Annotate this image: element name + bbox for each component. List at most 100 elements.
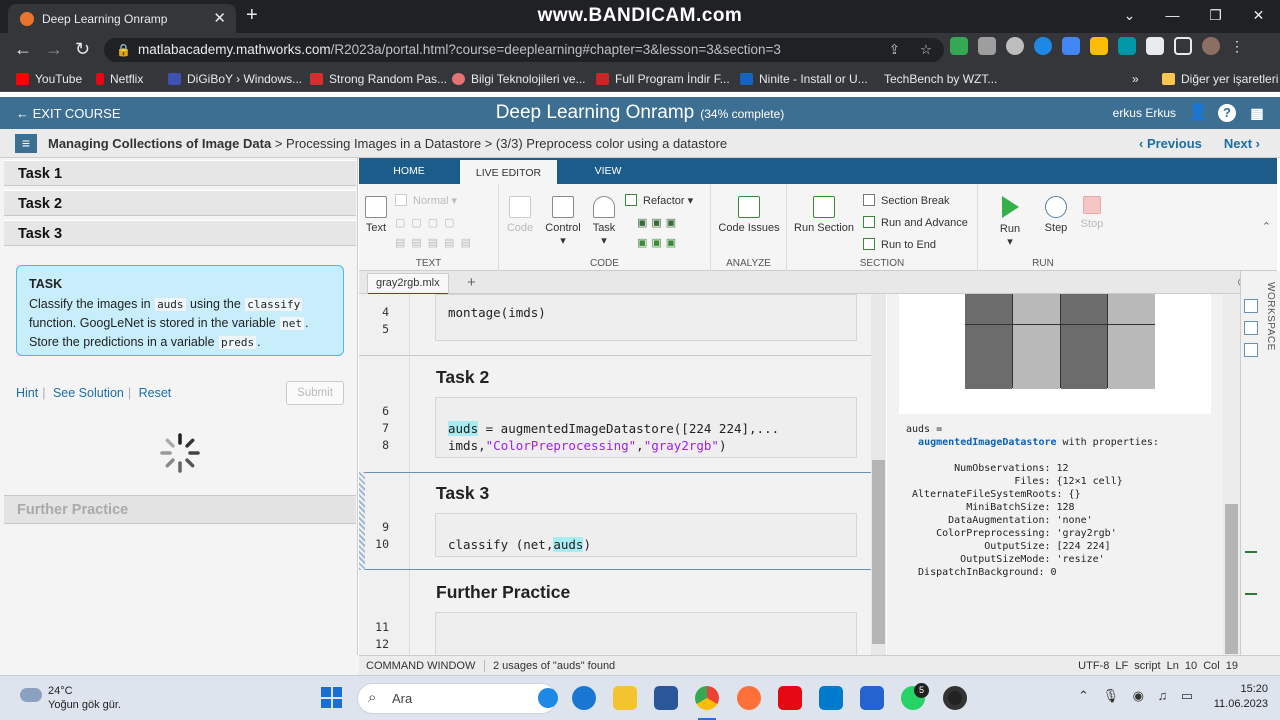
output-right-icon[interactable] xyxy=(1244,343,1258,357)
clock[interactable]: 15:20 11.06.2023 xyxy=(1214,682,1268,712)
extension-chart-icon[interactable] xyxy=(1090,37,1108,55)
extension-shield-icon[interactable] xyxy=(950,37,968,55)
live-editor[interactable]: 4 5 montage(imds) Task 2 6 7 8 auds = au… xyxy=(359,294,871,655)
text-button[interactable]: Text xyxy=(363,196,389,234)
maximize-icon[interactable]: ❐ xyxy=(1194,0,1237,33)
control-button[interactable]: Control ▾ xyxy=(543,196,583,247)
code-block-task-2[interactable]: auds = augmentedImageDatastore([224 224]… xyxy=(435,397,857,458)
other-bookmarks[interactable]: Diğer yer işaretleri xyxy=(1162,72,1278,86)
hint-link[interactable]: Hint xyxy=(16,386,38,400)
extension-gray-icon[interactable] xyxy=(978,37,996,55)
workspace-label[interactable]: WORKSPACE xyxy=(1265,282,1276,351)
address-bar[interactable]: 🔒 matlabacademy.mathworks.com/R2023a/por… xyxy=(104,38,944,62)
bookmark-netflix[interactable]: Netflix xyxy=(96,72,143,86)
command-window-button[interactable]: COMMAND WINDOW xyxy=(366,660,475,672)
editor-scroll-thumb[interactable] xyxy=(872,460,885,644)
menu-kebab-icon[interactable]: ⋮ xyxy=(1230,37,1244,55)
task-3-header[interactable]: Task 3 xyxy=(4,220,356,246)
collapse-ribbon-icon[interactable]: ⌃ xyxy=(1262,220,1271,233)
extension-link-icon[interactable] xyxy=(1062,37,1080,55)
side-panel-icon[interactable] xyxy=(1174,37,1192,55)
task-button[interactable]: Task ▾ xyxy=(591,196,617,247)
output-scroll-thumb[interactable] xyxy=(1225,504,1238,654)
firefox-icon[interactable] xyxy=(737,686,761,710)
todo-icon[interactable] xyxy=(860,686,884,710)
task-2-header[interactable]: Task 2 xyxy=(4,190,356,216)
bookmark-youtube[interactable]: YouTube xyxy=(16,72,82,86)
bookmark-techbench[interactable]: TechBench by WZT... xyxy=(884,72,997,86)
chrome-icon[interactable] xyxy=(695,686,719,710)
toc-icon[interactable] xyxy=(1244,299,1258,313)
reload-icon[interactable]: ↻ xyxy=(75,39,90,60)
code-tools-row-2[interactable]: ▣▣▣ xyxy=(637,236,680,249)
add-file-tab-icon[interactable]: + xyxy=(467,274,476,291)
bookmark-star-icon[interactable]: ☆ xyxy=(920,38,932,62)
share-icon[interactable]: ⇪ xyxy=(889,38,900,62)
code-block-task-3[interactable]: classify (net,auds) xyxy=(435,513,857,557)
refactor-dropdown[interactable]: Refactor ▾ xyxy=(625,194,693,207)
extension-glasses-icon[interactable] xyxy=(1006,37,1024,55)
see-solution-link[interactable]: See Solution xyxy=(53,386,124,400)
previous-button[interactable]: ‹ Previous xyxy=(1139,136,1202,151)
minimize-icon[interactable]: — xyxy=(1151,0,1194,33)
bookmarks-overflow-icon[interactable]: » xyxy=(1132,72,1139,86)
code-button[interactable]: Code xyxy=(505,196,535,234)
next-button[interactable]: Next › xyxy=(1224,136,1260,151)
class-link[interactable]: augmentedImageDatastore xyxy=(918,437,1056,448)
output-inline-icon[interactable] xyxy=(1244,321,1258,335)
forward-icon[interactable]: → xyxy=(45,39,63,60)
edge-icon[interactable] xyxy=(572,686,596,710)
help-icon[interactable]: ? xyxy=(1218,104,1236,122)
course-menu-icon[interactable]: ≡ xyxy=(15,134,37,153)
tab-view[interactable]: VIEW xyxy=(563,158,653,184)
tab-home[interactable]: HOME xyxy=(371,158,447,184)
editor-scrollbar[interactable] xyxy=(871,294,886,655)
task-1-header[interactable]: Task 1 xyxy=(4,160,356,186)
style-dropdown[interactable]: Normal ▾ xyxy=(395,194,457,207)
stop-button[interactable]: Stop xyxy=(1078,196,1106,230)
extension-play-icon[interactable] xyxy=(1034,37,1052,55)
file-tab-gray2rgb[interactable]: gray2rgb.mlx xyxy=(367,273,449,295)
run-section-button[interactable]: Run Section xyxy=(791,196,857,234)
bandicam-record-icon[interactable] xyxy=(943,686,967,710)
bookmark-digiboy[interactable]: DiGiBoY › Windows... xyxy=(168,72,302,86)
back-icon[interactable]: ← xyxy=(14,39,32,60)
system-tray-icons[interactable]: ⌃ 🎙 ◉ ♫ ▭ xyxy=(1078,688,1193,704)
run-and-advance-button[interactable]: Run and Advance xyxy=(863,216,968,229)
tab-live-editor[interactable]: LIVE EDITOR xyxy=(460,158,557,184)
bookmark-ninite[interactable]: Ninite - Install or U... xyxy=(740,72,868,86)
section-break-button[interactable]: Section Break xyxy=(863,194,949,207)
vscode-icon[interactable] xyxy=(819,686,843,710)
close-window-icon[interactable]: ✕ xyxy=(1237,0,1280,33)
user-icon[interactable]: 👤 xyxy=(1188,104,1208,122)
profile-avatar[interactable] xyxy=(1202,37,1220,55)
code-issue-marker[interactable] xyxy=(1245,551,1257,553)
run-and-advance-icon xyxy=(863,216,875,228)
grid-menu-icon[interactable]: ▦ xyxy=(1248,104,1266,122)
tab-search-icon[interactable]: ⌄ xyxy=(1108,0,1151,33)
code-issues-button[interactable]: Code Issues xyxy=(717,196,781,234)
code-block-montage[interactable]: montage(imds) xyxy=(435,294,857,341)
run-to-end-button[interactable]: Run to End xyxy=(863,238,936,251)
user-name[interactable]: erkus Erkus xyxy=(1113,106,1176,120)
run-button[interactable]: Run ▾ xyxy=(994,194,1026,248)
start-button[interactable] xyxy=(321,687,342,708)
code-tools-row-1[interactable]: ▣▣▣ xyxy=(637,216,680,229)
code-issue-marker[interactable] xyxy=(1245,593,1257,595)
bing-icon[interactable] xyxy=(538,688,558,708)
extensions-puzzle-icon[interactable] xyxy=(1146,37,1164,55)
file-explorer-icon[interactable] xyxy=(613,686,637,710)
bookmark-bilgi[interactable]: Bilgi Teknolojileri ve... xyxy=(452,72,586,86)
bookmark-strong-random[interactable]: Strong Random Pas... xyxy=(310,72,447,86)
netflix-app-icon[interactable] xyxy=(778,686,802,710)
reset-link[interactable]: Reset xyxy=(139,386,172,400)
taskbar-search[interactable]: ⌕ Ara xyxy=(357,683,557,714)
store-icon[interactable] xyxy=(654,686,678,710)
submit-button[interactable]: Submit xyxy=(286,381,344,405)
step-button[interactable]: Step xyxy=(1038,196,1074,234)
extension-teal-icon[interactable] xyxy=(1118,37,1136,55)
output-scrollbar[interactable] xyxy=(1223,294,1240,655)
bookmark-full-program[interactable]: Full Program İndir F... xyxy=(596,72,730,86)
further-practice-header[interactable]: Further Practice xyxy=(4,495,356,524)
code-block-further-practice[interactable] xyxy=(435,612,857,655)
